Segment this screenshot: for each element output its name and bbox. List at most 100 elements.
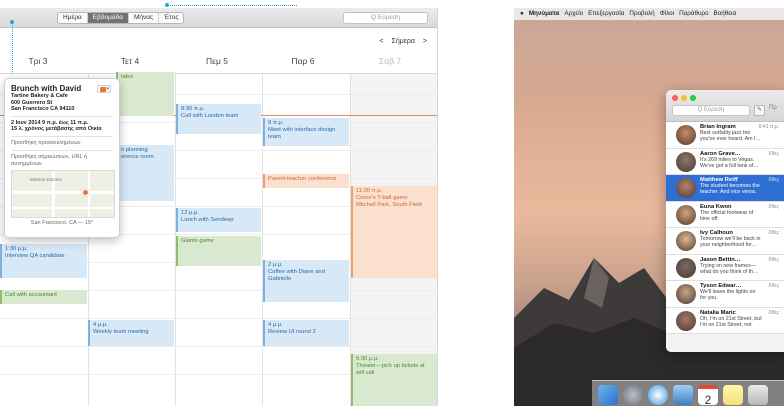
avatar bbox=[676, 178, 696, 198]
messages-search-input[interactable]: Q Εύρεση bbox=[672, 105, 750, 116]
message-preview: for you. bbox=[700, 295, 718, 302]
event-time: 12 μ.μ. bbox=[181, 210, 199, 216]
notes-icon[interactable] bbox=[723, 385, 743, 405]
location-map[interactable]: Mission Dolores bbox=[11, 169, 115, 218]
calendar-event[interactable]: 4 μ.μ. Review UI round 2 bbox=[263, 320, 349, 346]
conversation-item[interactable]: Aaron Grave… Χθες It's 269 miles to Vegas.… bbox=[666, 148, 784, 175]
conversation-item[interactable]: Brian Ingram 9:41 π.μ. Best surfably jazz … bbox=[666, 122, 784, 149]
calendar-search-input[interactable]: Q Εύρεση bbox=[343, 12, 428, 24]
apple-menu-icon[interactable]: ● bbox=[520, 8, 524, 20]
message-time: Χθες bbox=[768, 283, 779, 289]
event-title: Review UI round 2 bbox=[268, 329, 316, 335]
previous-week-button[interactable]: < bbox=[379, 38, 383, 45]
message-time: Χθες bbox=[768, 256, 779, 263]
conversation-item[interactable]: Matthew Reiff Χθες The student becomes the… bbox=[666, 175, 784, 202]
add-notes-field[interactable]: Προσθήκη σημειώσεων, URL ή συνημμένων bbox=[11, 154, 113, 168]
menu-bar: ● Μηνύματα Αρχείο Επεξεργασία Προβολή Φί… bbox=[514, 8, 784, 20]
calendar-event[interactable]: n planning erence room bbox=[116, 145, 174, 201]
callout-dot bbox=[165, 3, 169, 7]
avatar bbox=[676, 151, 696, 172]
menu-edit[interactable]: Επεξεργασία bbox=[588, 8, 624, 20]
calendar-event[interactable]: 11:30 π.μ. Conor's T-ball game Mitchell Pa… bbox=[351, 186, 437, 278]
divider bbox=[11, 115, 113, 117]
event-title: Call with accountant bbox=[5, 292, 57, 298]
calendar-toolbar: Ημέρα Εβδομάδα Μήνας Έτος Q Εύρεση bbox=[0, 8, 437, 28]
launchpad-icon[interactable] bbox=[623, 385, 643, 405]
minimize-button[interactable] bbox=[681, 95, 687, 101]
calendar-event[interactable]: Parent-teacher conference bbox=[263, 174, 349, 188]
zoom-button[interactable] bbox=[690, 95, 696, 101]
photo-icon[interactable] bbox=[673, 385, 693, 405]
calendar-event[interactable]: 1:30 μ.μ. Interview QA candidate bbox=[0, 244, 87, 278]
event-time: 4 μ.μ. bbox=[268, 322, 283, 328]
event-subtitle: Gabrielle bbox=[268, 276, 292, 282]
safari-icon[interactable] bbox=[648, 385, 668, 405]
conversation-item[interactable]: Euna Kwon Χθες The official footwear of tim… bbox=[666, 201, 784, 228]
calendar-event[interactable]: 8:30 π.μ. Call with London team bbox=[176, 104, 261, 134]
app-icon[interactable] bbox=[748, 385, 768, 405]
calendar-color-picker[interactable]: ▾ bbox=[97, 85, 111, 93]
menu-help[interactable]: Βοήθεια bbox=[714, 8, 737, 20]
menu-file[interactable]: Αρχείο bbox=[564, 8, 583, 20]
finder-icon[interactable] bbox=[598, 385, 618, 405]
screenshot-stage: Ημέρα Εβδομάδα Μήνας Έτος Q Εύρεση < Σήμ… bbox=[0, 0, 784, 406]
map-pin-icon bbox=[82, 188, 89, 196]
tab-year[interactable]: Έτος bbox=[159, 13, 183, 23]
conversation-item[interactable]: Natalia Maric Χθες Oh, I'm on 21st Street,… bbox=[666, 307, 784, 334]
tab-week[interactable]: Εβδομάδα bbox=[87, 13, 129, 23]
day-header-thu: Πεμ 5 bbox=[206, 56, 228, 66]
calendar-event[interactable]: tales bbox=[116, 72, 174, 116]
menu-buddies[interactable]: Φίλοι bbox=[660, 8, 674, 20]
message-time: Χθες bbox=[768, 309, 779, 316]
map-road bbox=[12, 206, 114, 209]
avatar bbox=[676, 284, 696, 304]
calendar-event[interactable]: 9 π.μ. Meet with interface design team bbox=[263, 118, 349, 146]
conversation-item[interactable]: Jason Bettin… Χθες Trying on new frames— wh… bbox=[666, 254, 784, 281]
calendar-event[interactable]: 2 μ.μ. Coffee with Diane and Gabrielle bbox=[263, 260, 349, 302]
menu-window[interactable]: Παράθυρο bbox=[679, 8, 708, 20]
next-week-button[interactable]: > bbox=[423, 38, 427, 45]
day-header-row: Τρι 3 Τετ 4 Πεμ 5 Παρ 6 Σαβ 7 bbox=[0, 52, 437, 74]
color-swatch-icon bbox=[100, 87, 106, 92]
menu-messages[interactable]: Μηνύματα bbox=[529, 8, 560, 20]
conversation-list: Brian Ingram 9:41 π.μ. Best surfably jazz … bbox=[666, 122, 784, 334]
avatar bbox=[676, 257, 696, 278]
message-preview: I'm on 21st Street, not bbox=[700, 321, 752, 328]
calendar-event[interactable]: 5:30 μ.μ. Theater—pick up tickets at will … bbox=[351, 354, 437, 406]
tab-day[interactable]: Ημέρα bbox=[58, 13, 88, 23]
callout-dot bbox=[10, 20, 14, 24]
add-invitees-field[interactable]: Προσθήκη προσκεκλημένων bbox=[11, 140, 113, 147]
event-title: Call with London team bbox=[181, 113, 239, 119]
chevron-down-icon: ▾ bbox=[106, 86, 109, 92]
calendar-icon[interactable]: 2 bbox=[698, 385, 718, 406]
hour-line bbox=[0, 318, 437, 319]
recipient-label: Πρ bbox=[769, 105, 777, 111]
view-segmented-control: Ημέρα Εβδομάδα Μήνας Έτος bbox=[57, 12, 185, 24]
day-header-tue: Τρι 3 bbox=[28, 56, 48, 66]
calendar-event[interactable]: 4 μ.μ. Weekly team meeting bbox=[88, 320, 174, 346]
calendar-event[interactable]: Call with accountant bbox=[0, 290, 87, 304]
conversation-item[interactable]: Ivy Calhoun Χθες Tomorrow we'll be back in… bbox=[666, 228, 784, 255]
calendar-event[interactable]: 12 μ.μ. Lunch with Sendeep bbox=[176, 208, 261, 232]
message-time: Χθες bbox=[768, 230, 779, 236]
day-header-fri: Παρ 6 bbox=[291, 56, 315, 66]
calendar-event[interactable]: Giants game bbox=[176, 236, 261, 266]
event-title: Theater—pick up tickets at bbox=[356, 363, 425, 369]
event-location: Mitchell Park, South Field bbox=[356, 202, 422, 208]
event-title: Giants game bbox=[181, 238, 214, 244]
avatar bbox=[676, 310, 696, 331]
event-time: 8:30 π.μ. bbox=[181, 106, 205, 112]
close-button[interactable] bbox=[672, 95, 678, 101]
compose-icon[interactable]: ✎ bbox=[754, 105, 765, 116]
weather-caption: San Francisco, CA — 15° bbox=[30, 219, 94, 226]
date-navigation: < Σήμερα > bbox=[379, 38, 427, 45]
tab-month[interactable]: Μήνας bbox=[129, 13, 160, 23]
message-preview: We've got a full tank of… bbox=[700, 162, 759, 169]
message-time: Χθες bbox=[768, 203, 779, 210]
menu-view[interactable]: Προβολή bbox=[629, 8, 654, 20]
today-button[interactable]: Σήμερα bbox=[392, 38, 415, 45]
event-title: Coffee with Diane and bbox=[268, 269, 325, 275]
conversation-item[interactable]: Tyson Edwar… Χθες We'll leave the lights o… bbox=[666, 281, 784, 308]
event-travel-time[interactable]: 15 λ. χρόνος μετάβασης από Οικία bbox=[11, 126, 113, 133]
divider bbox=[11, 135, 113, 137]
